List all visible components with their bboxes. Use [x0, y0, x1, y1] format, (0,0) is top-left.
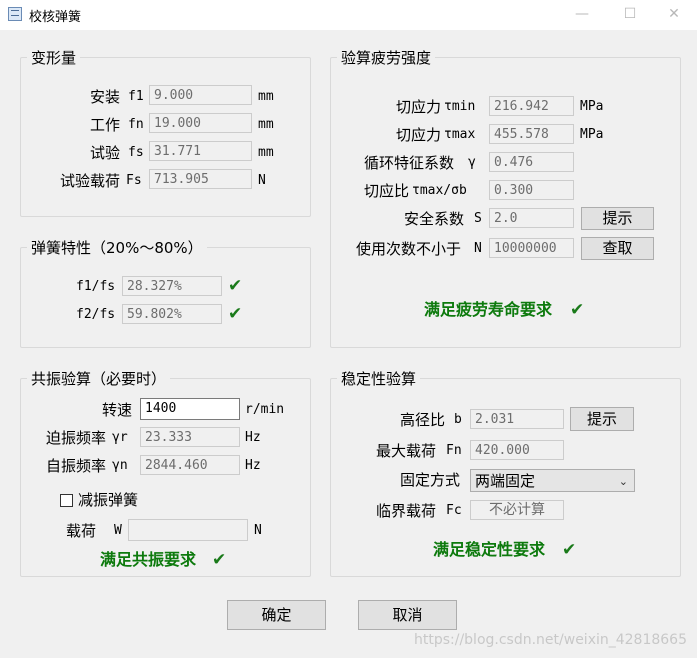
cycle-factor-symbol: γ	[468, 155, 476, 170]
f2-fs-label: f2/fs	[76, 307, 116, 322]
test-unit: mm	[258, 145, 274, 160]
test-load-symbol: Fs	[126, 173, 142, 188]
cycle-factor-field: 0.476	[489, 152, 574, 172]
fatigue-legend: 验算疲劳强度	[341, 49, 432, 67]
ratio-symbol: b	[454, 412, 462, 427]
title-bar: 校核弹簧 — ☐ ✕	[0, 0, 697, 30]
work-symbol: fn	[128, 117, 144, 132]
fix-mode-select[interactable]: 两端固定 ⌄	[470, 469, 635, 492]
app-icon	[8, 7, 22, 21]
shear-max-symbol: τmax	[444, 127, 476, 142]
f1-fs-label: f1/fs	[76, 279, 116, 294]
fatigue-status: 满足疲劳寿命要求	[424, 300, 553, 319]
natural-freq-label: 自振频率	[46, 457, 107, 475]
max-load-symbol: Fn	[446, 443, 462, 458]
cycles-lookup-button[interactable]: 查取	[581, 237, 654, 260]
fatigue-check-icon: ✔	[570, 300, 585, 320]
work-deflection-field: 19.000	[149, 113, 252, 133]
minimize-button[interactable]: —	[559, 0, 605, 30]
shear-min-label: 切应力	[396, 98, 442, 116]
f1-fs-field: 28.327%	[122, 276, 222, 296]
test-deflection-field: 31.771	[149, 141, 252, 161]
load-field	[128, 519, 248, 541]
shear-ratio-symbol: τmax/σb	[412, 183, 467, 198]
critical-load-field: 不必计算	[470, 500, 564, 520]
critical-load-label: 临界载荷	[376, 502, 437, 520]
stability-status: 满足稳定性要求	[433, 540, 546, 559]
install-label: 安装	[89, 88, 120, 106]
cycles-field: 10000000	[489, 238, 574, 258]
speed-unit: r/min	[245, 402, 285, 417]
stability-legend: 稳定性验算	[341, 370, 417, 388]
fix-mode-value: 两端固定	[475, 472, 536, 490]
work-unit: mm	[258, 117, 274, 132]
safety-factor-label: 安全系数	[404, 210, 465, 228]
safety-factor-field: 2.0	[489, 208, 574, 228]
safety-hint-button[interactable]: 提示	[581, 207, 654, 230]
test-load-field: 713.905	[149, 169, 252, 189]
shear-min-unit: MPa	[580, 99, 604, 114]
stability-check-icon: ✔	[562, 540, 577, 560]
close-button[interactable]: ✕	[651, 0, 697, 30]
shear-min-field: 216.942	[489, 96, 574, 116]
cancel-button[interactable]: 取消	[358, 600, 457, 630]
shear-ratio-label: 切应比	[364, 182, 410, 200]
forced-freq-symbol: γr	[112, 430, 128, 445]
load-symbol: W	[114, 523, 122, 538]
natural-freq-field: 2844.460	[140, 455, 240, 475]
natural-freq-symbol: γn	[112, 458, 128, 473]
ratio-field: 2.031	[470, 409, 564, 429]
shear-max-unit: MPa	[580, 127, 604, 142]
characteristics-legend: 弹簧特性（20%～80%）	[31, 239, 203, 257]
test-load-label: 试验载荷	[59, 172, 120, 190]
load-unit: N	[254, 523, 262, 538]
work-label: 工作	[89, 116, 120, 134]
cycles-label: 使用次数不小于	[356, 240, 462, 258]
forced-freq-unit: Hz	[245, 430, 261, 445]
cycles-symbol: N	[474, 241, 482, 256]
f2-fs-check-icon: ✔	[228, 304, 243, 324]
load-label: 载荷	[66, 522, 97, 540]
forced-freq-field: 23.333	[140, 427, 240, 447]
critical-load-symbol: Fc	[446, 503, 462, 518]
watermark: https://blog.csdn.net/weixin_42818665	[413, 632, 687, 648]
damping-checkbox[interactable]	[60, 494, 73, 507]
ratio-hint-button[interactable]: 提示	[570, 407, 634, 431]
install-symbol: f1	[128, 89, 144, 104]
safety-factor-symbol: S	[474, 211, 482, 226]
shear-max-field: 455.578	[489, 124, 574, 144]
chevron-down-icon: ⌄	[618, 475, 628, 488]
speed-label: 转速	[102, 401, 133, 419]
test-load-unit: N	[258, 173, 266, 188]
fix-mode-label: 固定方式	[400, 471, 461, 489]
speed-input[interactable]: 1400	[140, 398, 240, 420]
maximize-button[interactable]: ☐	[607, 0, 653, 30]
ratio-label: 高径比	[400, 411, 446, 429]
f2-fs-field: 59.802%	[122, 304, 222, 324]
deformation-legend: 变形量	[31, 49, 77, 67]
test-label: 试验	[89, 144, 120, 162]
forced-freq-label: 迫振频率	[46, 429, 107, 447]
test-symbol: fs	[128, 145, 144, 160]
damping-label: 减振弹簧	[78, 491, 139, 509]
max-load-label: 最大载荷	[376, 442, 437, 460]
install-unit: mm	[258, 89, 274, 104]
shear-ratio-field: 0.300	[489, 180, 574, 200]
f1-fs-check-icon: ✔	[228, 276, 243, 296]
resonance-status: 满足共振要求	[100, 550, 197, 569]
cycle-factor-label: 循环特征系数	[364, 154, 455, 172]
window-title: 校核弹簧	[29, 10, 82, 25]
install-deflection-field: 9.000	[149, 85, 252, 105]
natural-freq-unit: Hz	[245, 458, 261, 473]
ok-button[interactable]: 确定	[227, 600, 326, 630]
resonance-legend: 共振验算（必要时）	[31, 370, 167, 388]
max-load-field: 420.000	[470, 440, 564, 460]
shear-min-symbol: τmin	[444, 99, 476, 114]
resonance-check-icon: ✔	[212, 550, 227, 570]
shear-max-label: 切应力	[396, 126, 442, 144]
